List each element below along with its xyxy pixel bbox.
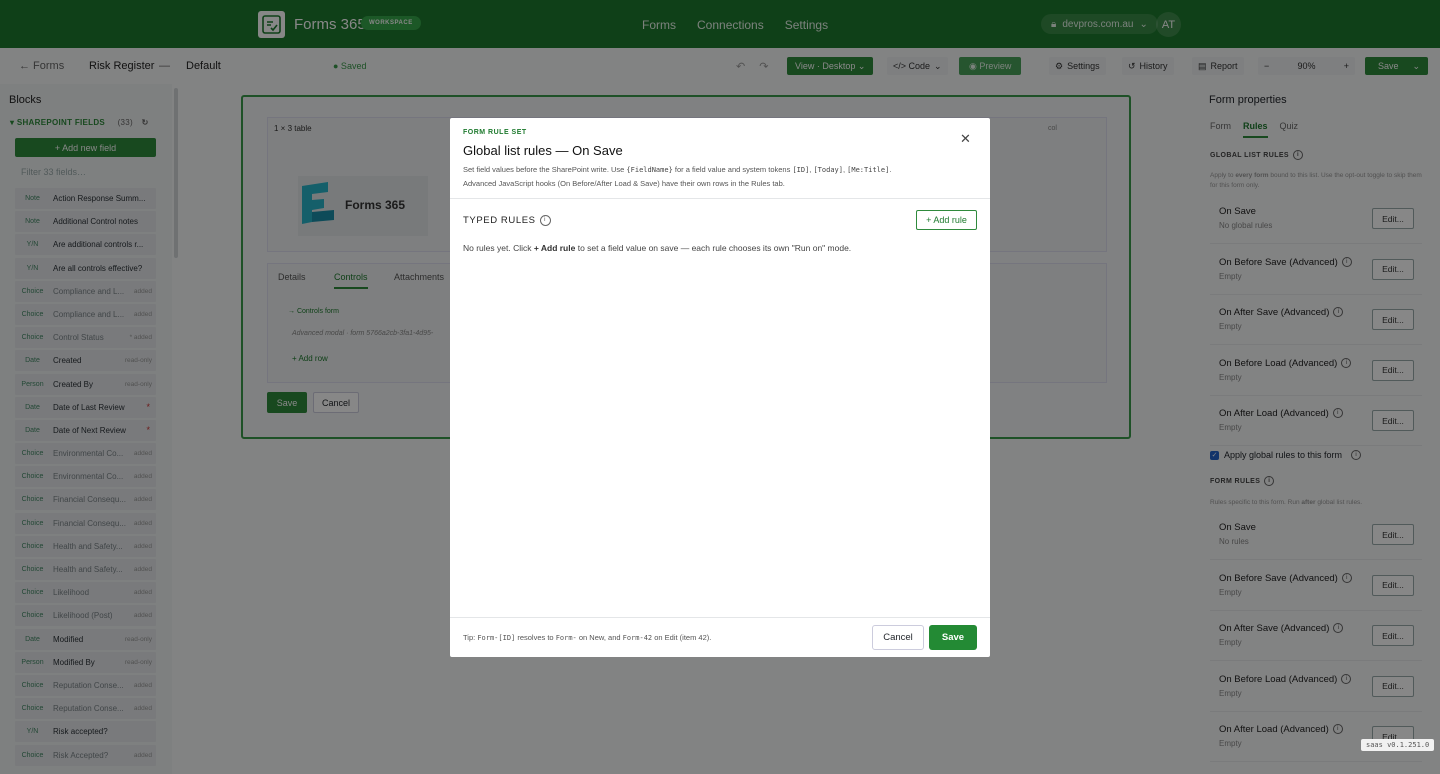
modal-footer: Tip: Form-[ID] resolves to Form- on New,…: [450, 617, 990, 657]
modal-cancel-button[interactable]: Cancel: [872, 625, 924, 650]
modal-save-button[interactable]: Save: [929, 625, 977, 650]
rule-set-modal: FORM RULE SET Global list rules — On Sav…: [450, 118, 990, 657]
close-icon[interactable]: ✕: [960, 131, 971, 147]
tip-text: Tip: Form-[ID] resolves to Form- on New,…: [463, 633, 711, 642]
token-fieldname: {FieldName}: [626, 166, 673, 174]
modal-description: Set field values before the SharePoint w…: [463, 163, 963, 190]
modal-divider: [450, 198, 990, 199]
typed-rules-label: TYPED RULES: [463, 215, 536, 227]
token-me-title: [Me:Title]: [847, 166, 890, 174]
tip-code: Form-42: [622, 634, 653, 642]
version-badge: saas v0.1.251.0: [1361, 739, 1435, 751]
empty-emphasis: + Add rule: [533, 243, 576, 253]
tip-part: on Edit (item 42).: [652, 633, 712, 642]
desc-text: .: [889, 165, 892, 174]
token-id: [ID]: [792, 166, 810, 174]
modal-kicker: FORM RULE SET: [463, 129, 527, 136]
desc-text: for a field value and system tokens: [672, 165, 793, 174]
token-today: [Today]: [813, 166, 843, 174]
tip-code: Form-[ID]: [477, 634, 516, 642]
tip-part: on New, and: [576, 633, 623, 642]
empty-text-1: No rules yet. Click: [463, 243, 534, 253]
tip-part: resolves to: [515, 633, 556, 642]
desc-line-2: Advanced JavaScript hooks (On Before/Aft…: [463, 179, 785, 188]
tip-code: Form-: [555, 634, 577, 642]
modal-title: Global list rules — On Save: [463, 143, 623, 158]
info-icon[interactable]: i: [539, 215, 551, 226]
tip-part: Tip:: [463, 633, 478, 642]
desc-text: Set field values before the SharePoint w…: [463, 165, 627, 174]
typed-rules-heading: TYPED RULES i: [463, 215, 551, 226]
empty-text-2: to set a field value on save — each rule…: [575, 243, 852, 253]
add-rule-button[interactable]: + Add rule: [916, 210, 977, 230]
empty-rules-message: No rules yet. Click + Add rule to set a …: [463, 243, 851, 253]
